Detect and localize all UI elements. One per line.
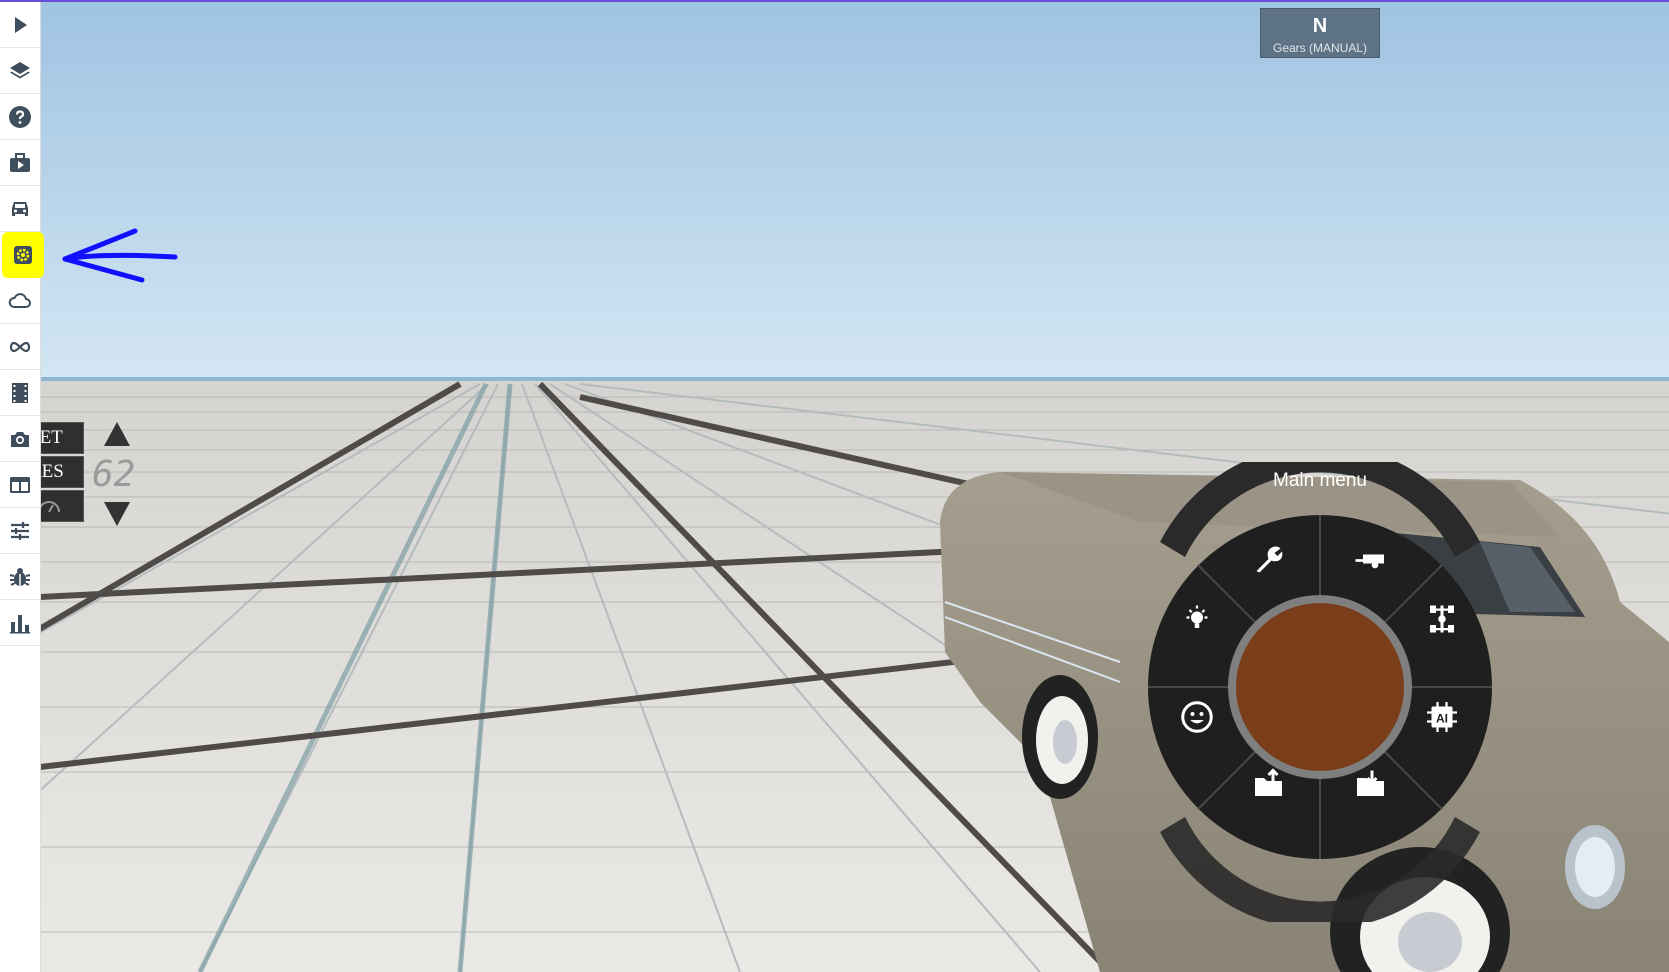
gear-indicator: N Gears (MANUAL) — [1260, 8, 1380, 58]
speedometer-icon — [41, 501, 60, 513]
play-icon — [15, 16, 27, 33]
scenario-button[interactable] — [0, 140, 40, 186]
debug-button[interactable] — [0, 554, 40, 600]
speed-down-arrow-icon[interactable] — [104, 502, 130, 526]
radial-ring — [1148, 462, 1492, 922]
window-top-border — [0, 0, 1669, 2]
camera-icon — [11, 431, 29, 447]
car-icon — [12, 201, 28, 216]
radial-item-powertrain[interactable] — [1420, 597, 1464, 641]
play-button[interactable] — [0, 2, 40, 48]
radial-item-trailer[interactable] — [1350, 537, 1394, 581]
bar-chart-icon — [10, 614, 30, 633]
radial-menu-title: Main menu — [1273, 470, 1367, 491]
help-icon — [9, 105, 31, 128]
radial-item-lights[interactable] — [1175, 597, 1219, 641]
layers-icon — [10, 61, 30, 78]
cruise-speed-value: 62 — [92, 454, 136, 495]
cruise-set-label: SET — [40, 427, 63, 448]
speed-up-arrow-icon[interactable] — [104, 422, 130, 446]
help-button[interactable] — [0, 94, 40, 140]
sliders-icon — [11, 521, 29, 540]
gear-label: Gears (MANUAL) — [1272, 41, 1367, 55]
trailer-icon — [1355, 554, 1384, 569]
annotation-arrow-icon — [62, 228, 178, 283]
scenario-icon — [10, 152, 30, 172]
radial-item-load[interactable] — [1350, 762, 1394, 806]
vehicles-button[interactable] — [0, 186, 40, 232]
environment-button[interactable] — [0, 278, 40, 324]
wrench-icon — [1256, 546, 1283, 573]
ai-chip-icon: AI — [1427, 702, 1457, 732]
radial-main-menu: Main menu AI — [1130, 462, 1510, 922]
bug-icon — [9, 567, 31, 586]
cruise-resume-label: RES — [41, 461, 64, 482]
stats-button[interactable] — [0, 600, 40, 646]
loop-button[interactable] — [0, 324, 40, 370]
radial-item-fun[interactable] — [1175, 695, 1219, 739]
gear-value: N — [1312, 15, 1328, 37]
settings-gear-icon — [14, 246, 32, 264]
ui-apps-button[interactable] — [0, 462, 40, 508]
cruise-toggle-button[interactable] — [40, 490, 84, 522]
radial-item-vehicle-config[interactable] — [1248, 537, 1292, 581]
folder-save-icon — [1255, 768, 1282, 796]
cruise-resume-button[interactable]: RES — [40, 456, 84, 488]
cloud-icon — [8, 292, 31, 308]
game-viewport[interactable]: N Gears (MANUAL) Main menu AI — [40, 2, 1669, 972]
svg-text:AI: AI — [1436, 711, 1448, 725]
left-toolbar — [0, 2, 44, 972]
replay-button[interactable] — [0, 370, 40, 416]
film-icon — [12, 382, 28, 403]
powertrain-icon — [1430, 605, 1454, 633]
layers-button[interactable] — [0, 48, 40, 94]
photo-mode-button[interactable] — [0, 416, 40, 462]
radial-item-save[interactable] — [1248, 762, 1292, 806]
cruise-set-button[interactable]: SET — [40, 422, 84, 454]
emoji-icon — [1181, 701, 1213, 733]
lightbulb-icon — [1186, 605, 1208, 628]
tuning-button[interactable] — [0, 508, 40, 554]
settings-button[interactable] — [2, 232, 44, 278]
infinity-icon — [9, 341, 31, 352]
folder-load-icon — [1357, 770, 1384, 796]
layout-icon — [10, 476, 30, 493]
radial-item-ai[interactable]: AI — [1420, 695, 1464, 739]
